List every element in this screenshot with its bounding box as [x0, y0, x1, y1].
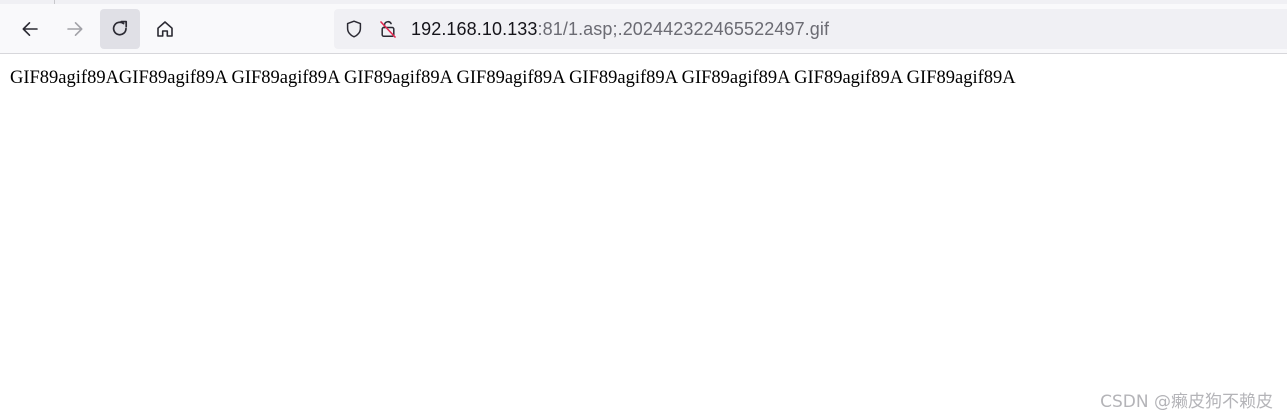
home-button[interactable]	[145, 9, 185, 49]
page-body-text: GIF89agif89AGIF89agif89A GIF89agif89A GI…	[10, 68, 1016, 88]
arrow-left-icon	[20, 19, 40, 39]
forward-button[interactable]	[55, 9, 95, 49]
reload-icon	[110, 19, 130, 39]
page-content: GIF89agif89AGIF89agif89A GIF89agif89A GI…	[0, 55, 1287, 420]
url-path: :81/1.asp;.202442322465522497.gif	[537, 19, 830, 39]
shield-icon[interactable]	[344, 19, 364, 39]
back-button[interactable]	[10, 9, 50, 49]
csdn-watermark: CSDN @癞皮狗不赖皮	[1100, 392, 1273, 412]
browser-window: 192.168.10.133:81/1.asp;.202442322465522…	[0, 0, 1287, 420]
arrow-right-icon	[65, 19, 85, 39]
url-text[interactable]: 192.168.10.133:81/1.asp;.202442322465522…	[411, 18, 829, 40]
navigation-toolbar: 192.168.10.133:81/1.asp;.202442322465522…	[0, 4, 1287, 54]
url-host: 192.168.10.133	[411, 19, 538, 39]
insecure-lock-icon[interactable]	[378, 19, 398, 39]
reload-button[interactable]	[100, 9, 140, 49]
address-bar[interactable]: 192.168.10.133:81/1.asp;.202442322465522…	[334, 9, 1287, 49]
home-icon	[155, 19, 175, 39]
